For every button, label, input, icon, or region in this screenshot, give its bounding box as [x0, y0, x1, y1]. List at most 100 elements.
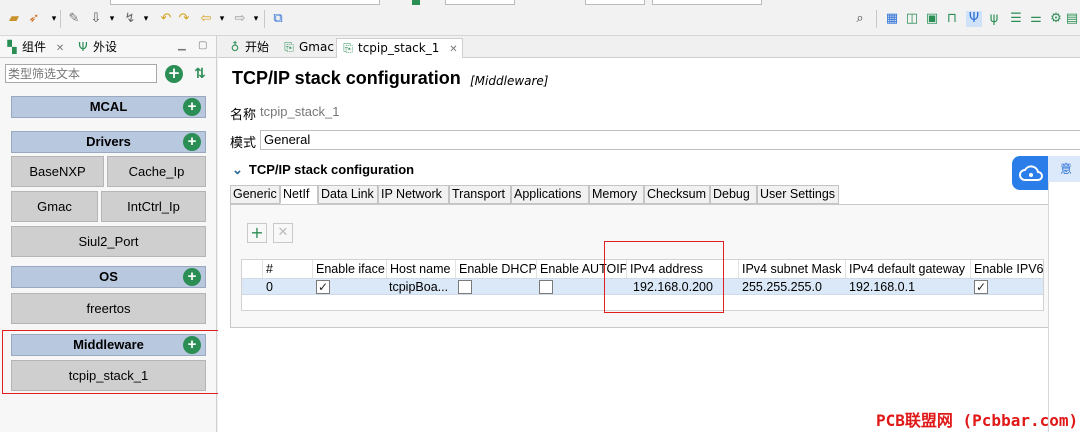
- component-item[interactable]: Siul2_Port: [11, 226, 206, 257]
- category-os[interactable]: OS +: [11, 266, 206, 288]
- toolbar-fragment: [412, 0, 420, 5]
- tab-netif[interactable]: NetIf: [280, 185, 318, 204]
- clock-icon[interactable]: ⊓: [944, 11, 960, 27]
- column-header[interactable]: #: [262, 260, 312, 278]
- config-icon: ⎘: [284, 40, 294, 54]
- component-item[interactable]: IntCtrl_Ip: [101, 191, 206, 222]
- chip-icon[interactable]: ▣: [924, 11, 940, 27]
- close-icon[interactable]: ✕: [56, 43, 64, 54]
- subnet-mask-cell[interactable]: 255.255.255.0: [742, 279, 822, 295]
- row-index: 0: [266, 280, 273, 294]
- component-item[interactable]: freertos: [11, 293, 206, 324]
- editor-area: ♁ 开始 ⎘ Gmac ⎘ tcpip_stack_1 ✕ TCP/IP stack …: [218, 36, 1080, 432]
- category-drivers[interactable]: Drivers +: [11, 131, 206, 153]
- tab-transport[interactable]: Transport: [449, 185, 511, 204]
- editor-tabs: ♁ 开始 ⎘ Gmac ⎘ tcpip_stack_1 ✕: [218, 36, 1080, 58]
- navigate-icon[interactable]: ↯: [122, 11, 138, 27]
- left-panel-tabs: ▚ 组件 ✕ Ψ 外设 ▁ ▢: [0, 36, 216, 58]
- toolbar-path-field[interactable]: [110, 0, 380, 5]
- tab-components[interactable]: ▚ 组件 ✕: [5, 39, 64, 57]
- name-label: 名称: [230, 107, 257, 122]
- side-panel-label[interactable]: 意: [1048, 156, 1080, 182]
- search-icon[interactable]: ⌕: [852, 11, 868, 27]
- download-icon[interactable]: ⇩: [88, 11, 104, 27]
- mode-select[interactable]: General: [260, 130, 1080, 150]
- tab-start[interactable]: ♁ 开始: [224, 38, 273, 58]
- column-header[interactable]: IPv4 subnet Mask: [738, 260, 845, 278]
- settings-list-icon[interactable]: ⚌: [1028, 11, 1044, 27]
- sort-icon[interactable]: ⇅: [190, 64, 210, 84]
- component-item[interactable]: Cache_Ip: [107, 156, 206, 187]
- remove-row-button[interactable]: ✕: [273, 223, 293, 243]
- tab-memory[interactable]: Memory: [589, 185, 644, 204]
- redo-icon[interactable]: ↷: [176, 11, 192, 27]
- minimize-icon[interactable]: ▁: [178, 40, 186, 51]
- section-header[interactable]: ⌄ TCP/IP stack configuration: [232, 162, 414, 178]
- tab-tcpip-stack[interactable]: ⎘ tcpip_stack_1 ✕: [336, 38, 463, 58]
- watermark: PCB联盟网 (Pcbbar.com): [876, 411, 1079, 430]
- tab-data-link[interactable]: Data Link: [318, 185, 378, 204]
- tools-icon[interactable]: ⚙: [1048, 11, 1064, 27]
- new-window-icon[interactable]: ⧉: [270, 11, 286, 27]
- tab-gmac[interactable]: ⎘ Gmac: [278, 38, 338, 58]
- back-icon[interactable]: ⇦: [198, 11, 214, 27]
- component-item[interactable]: Gmac: [11, 191, 98, 222]
- chevron-down-icon[interactable]: ▾: [214, 11, 230, 27]
- column-header[interactable]: Enable DHCP: [455, 260, 536, 278]
- highlight-box: [604, 241, 724, 313]
- host-name-cell[interactable]: tcpipBoa...: [389, 279, 453, 295]
- chevron-down-icon[interactable]: ▾: [248, 11, 264, 27]
- gateway-cell[interactable]: 192.168.0.1: [849, 279, 915, 295]
- components-icon: ▚: [7, 40, 17, 54]
- folder-icon[interactable]: ▰: [6, 11, 22, 27]
- page-title-context: [Middleware]: [470, 74, 549, 88]
- close-icon[interactable]: ✕: [449, 44, 457, 55]
- highlight-box: [2, 330, 226, 394]
- list-icon[interactable]: ☰: [1008, 11, 1024, 27]
- extra-icon[interactable]: ▤: [1064, 11, 1080, 27]
- peripheral-icon[interactable]: Ψ: [966, 11, 982, 27]
- undo-icon[interactable]: ↶: [158, 11, 174, 27]
- enable-dhcp-checkbox[interactable]: [458, 280, 472, 294]
- peripheral-alt-icon[interactable]: ψ: [986, 11, 1002, 27]
- pins-icon[interactable]: ◫: [904, 11, 920, 27]
- chevron-down-icon[interactable]: ▾: [138, 11, 154, 27]
- config-icon: ⎘: [343, 41, 353, 55]
- add-drivers-button[interactable]: +: [183, 133, 201, 151]
- category-mcal[interactable]: MCAL +: [11, 96, 206, 118]
- name-field: tcpip_stack_1: [260, 104, 340, 119]
- maximize-icon[interactable]: ▢: [198, 40, 207, 51]
- tab-generic[interactable]: Generic: [230, 185, 280, 204]
- tab-ip-network[interactable]: IP Network: [378, 185, 449, 204]
- chevron-down-icon[interactable]: ▾: [104, 11, 120, 27]
- chevron-down-icon: ⌄: [232, 162, 243, 177]
- mode-label: 模式: [230, 135, 257, 150]
- main-toolbar: ▰ ➶ ▾ ✎ ⇩ ▾ ↯ ▾ ↶ ↷ ⇦ ▾ ⇨ ▾ ⧉ ⌕ ▦ ◫ ▣ ⊓ …: [0, 0, 1080, 36]
- rocket-icon[interactable]: ➶: [26, 11, 42, 27]
- add-row-button[interactable]: +: [247, 223, 267, 243]
- column-header[interactable]: Enable IPV6: [970, 260, 1044, 278]
- enable-iface-checkbox[interactable]: ✓: [316, 280, 330, 294]
- column-header[interactable]: Enable iface: [312, 260, 386, 278]
- tab-peripherals[interactable]: Ψ 外设: [76, 39, 117, 57]
- tab-debug[interactable]: Debug: [710, 185, 757, 204]
- forward-icon[interactable]: ⇨: [232, 11, 248, 27]
- pencil-icon[interactable]: ✎: [66, 11, 82, 27]
- perspective-icon[interactable]: ▦: [884, 11, 900, 27]
- enable-autoip-checkbox[interactable]: [539, 280, 553, 294]
- cloud-icon[interactable]: [1012, 156, 1052, 190]
- add-os-button[interactable]: +: [183, 268, 201, 286]
- add-component-button[interactable]: +: [165, 65, 183, 83]
- side-panel: [1048, 156, 1080, 432]
- page-title: TCP/IP stack configuration: [232, 68, 461, 88]
- enable-ipv6-checkbox[interactable]: ✓: [974, 280, 988, 294]
- add-mcal-button[interactable]: +: [183, 98, 201, 116]
- tab-applications[interactable]: Applications: [511, 185, 589, 204]
- tab-user-settings[interactable]: User Settings: [757, 185, 839, 204]
- filter-input[interactable]: [5, 64, 157, 83]
- component-item[interactable]: BaseNXP: [11, 156, 104, 187]
- toolbar-fragment: [652, 0, 762, 5]
- column-header[interactable]: IPv4 default gateway: [845, 260, 970, 278]
- tab-checksum[interactable]: Checksum: [644, 185, 710, 204]
- column-header[interactable]: Host name: [386, 260, 455, 278]
